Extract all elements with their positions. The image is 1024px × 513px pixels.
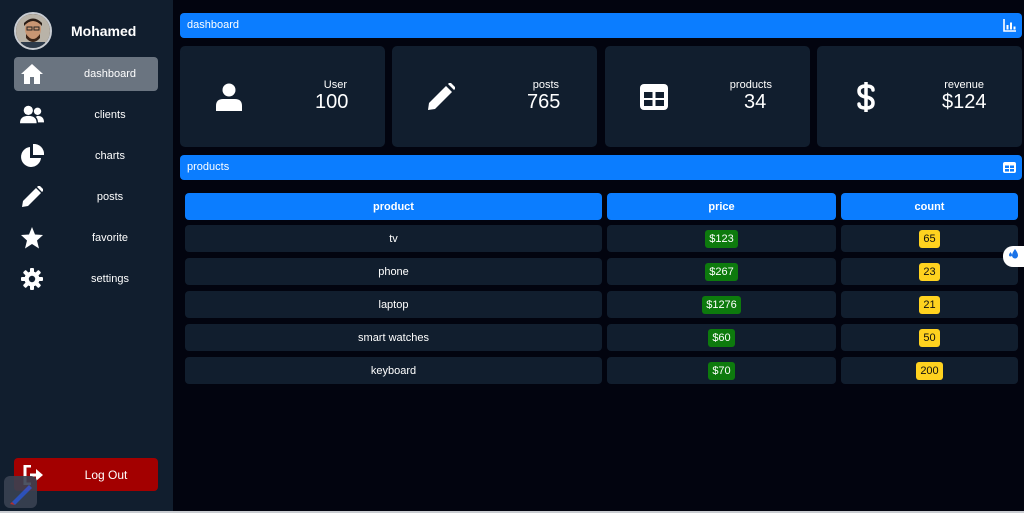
pencil-icon xyxy=(20,185,44,209)
stat-value: 100 xyxy=(315,91,349,113)
count-cell: 21 xyxy=(841,291,1018,318)
sidebar-item-charts[interactable]: charts xyxy=(14,139,158,173)
sidebar-item-posts[interactable]: posts xyxy=(14,180,158,214)
product-cell: smart watches xyxy=(185,324,602,351)
products-header: products xyxy=(180,155,1022,180)
sidebar: Mohamed dashboard clients charts posts f… xyxy=(0,0,173,511)
profile-name: Mohamed xyxy=(71,23,137,39)
sidebar-item-settings[interactable]: settings xyxy=(14,262,158,296)
product-cell: tv xyxy=(185,225,602,252)
home-icon xyxy=(20,62,44,86)
users-icon xyxy=(20,103,44,127)
price-badge: $123 xyxy=(705,229,738,248)
stat-card-revenue: revenue $124 xyxy=(817,46,1022,147)
sidebar-item-favorite[interactable]: favorite xyxy=(14,221,158,255)
column-header-count[interactable]: count xyxy=(841,193,1018,220)
sidebar-item-label: clients xyxy=(94,109,126,121)
column-header-product[interactable]: product xyxy=(185,193,602,220)
stat-card-users: User 100 xyxy=(180,46,385,147)
droplet-button[interactable] xyxy=(1003,246,1024,267)
sidebar-item-clients[interactable]: clients xyxy=(14,98,158,132)
table-icon xyxy=(1003,161,1016,174)
extension-widget[interactable] xyxy=(4,476,37,508)
count-badge: 21 xyxy=(919,295,940,314)
price-cell: $60 xyxy=(607,324,836,351)
dollar-icon xyxy=(851,82,881,112)
price-cell: $70 xyxy=(607,357,836,384)
count-badge: 65 xyxy=(919,229,940,248)
sidebar-item-label: dashboard xyxy=(84,68,136,80)
sidebar-item-dashboard[interactable]: dashboard xyxy=(14,57,158,91)
stat-card-products: products 34 xyxy=(605,46,810,147)
stat-value: 765 xyxy=(527,91,561,113)
logout-label: Log Out xyxy=(84,468,128,482)
stat-card-posts: posts 765 xyxy=(392,46,597,147)
price-badge: $1276 xyxy=(702,295,741,314)
column-header-price[interactable]: price xyxy=(607,193,836,220)
stat-label: products xyxy=(729,79,772,91)
gear-icon xyxy=(20,267,44,291)
pie-chart-icon xyxy=(20,144,44,168)
section-title: products xyxy=(187,161,230,173)
table-icon xyxy=(639,82,669,112)
product-cell: phone xyxy=(185,258,602,285)
count-cell: 23 xyxy=(841,258,1018,285)
star-icon xyxy=(20,226,44,250)
count-badge: 50 xyxy=(919,328,940,347)
droplet-icon xyxy=(1007,247,1021,266)
price-cell: $1276 xyxy=(607,291,836,318)
profile: Mohamed xyxy=(14,12,164,50)
user-icon xyxy=(214,82,244,112)
price-badge: $267 xyxy=(705,262,738,281)
price-cell: $123 xyxy=(607,225,836,252)
price-badge: $70 xyxy=(708,361,735,380)
pencil-icon xyxy=(426,82,456,112)
dashboard-header: dashboard xyxy=(180,13,1022,38)
stat-label: revenue xyxy=(944,79,984,91)
product-cell: laptop xyxy=(185,291,602,318)
count-cell: 65 xyxy=(841,225,1018,252)
stat-label: User xyxy=(323,79,347,91)
count-cell: 200 xyxy=(841,357,1018,384)
sidebar-item-label: posts xyxy=(96,191,124,203)
chart-icon xyxy=(1003,19,1016,32)
stat-value: $124 xyxy=(942,91,987,113)
sidebar-item-label: charts xyxy=(95,150,125,162)
count-badge: 200 xyxy=(916,361,943,380)
stat-value: 34 xyxy=(744,91,767,113)
sidebar-item-label: settings xyxy=(91,273,129,285)
count-badge: 23 xyxy=(919,262,940,281)
count-cell: 50 xyxy=(841,324,1018,351)
product-cell: keyboard xyxy=(185,357,602,384)
page-title: dashboard xyxy=(187,19,239,31)
avatar xyxy=(14,12,52,50)
stat-label: posts xyxy=(532,79,559,91)
price-cell: $267 xyxy=(607,258,836,285)
price-badge: $60 xyxy=(708,328,735,347)
sidebar-item-label: favorite xyxy=(91,232,129,244)
